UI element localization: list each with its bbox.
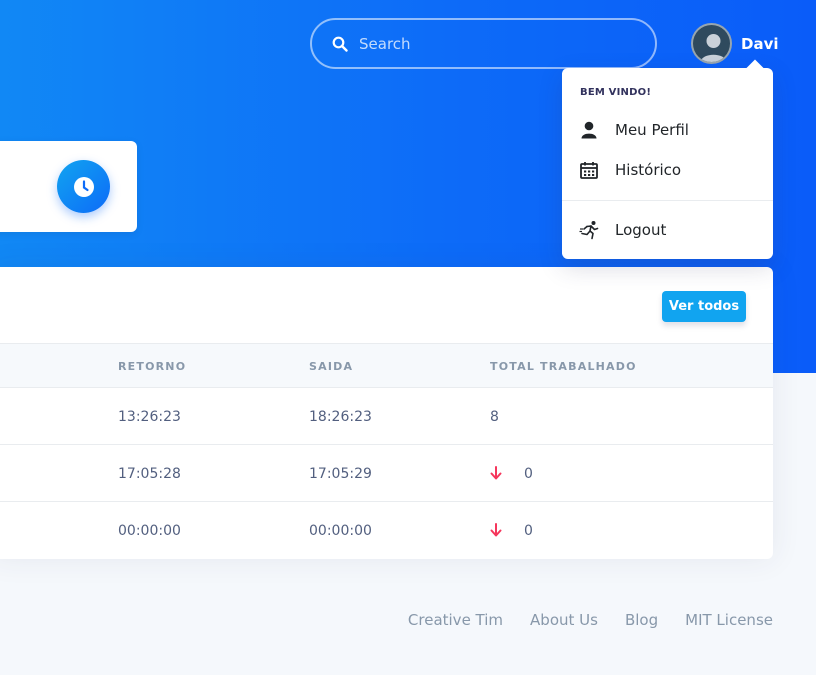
footer-link-creative-tim[interactable]: Creative Tim bbox=[408, 611, 503, 629]
cell-saida: 17:05:29 bbox=[309, 466, 372, 482]
column-header-saida: SAIDA bbox=[309, 360, 354, 373]
user-icon bbox=[579, 120, 599, 140]
menu-item-logout[interactable]: Logout bbox=[562, 212, 773, 248]
search-bar[interactable] bbox=[310, 18, 657, 69]
cell-total: 8 bbox=[490, 409, 499, 425]
column-header-total: TOTAL TRABALHADO bbox=[490, 360, 637, 373]
footer-nav: Creative Tim About Us Blog MIT License bbox=[381, 611, 773, 629]
user-dropdown-menu: BEM VINDO! Meu Perfil Histórico Logout bbox=[562, 68, 773, 259]
clock-icon-badge bbox=[57, 160, 110, 213]
table-card: Ver todos RETORNO SAIDA TOTAL TRABALHADO… bbox=[0, 267, 773, 559]
cell-total: 0 bbox=[524, 523, 533, 539]
menu-item-label: Logout bbox=[615, 221, 667, 239]
table-row: 00:00:00 00:00:00 0 bbox=[0, 502, 773, 559]
footer-link-blog[interactable]: Blog bbox=[625, 611, 658, 629]
stat-card bbox=[0, 141, 137, 232]
footer-link-mit-license[interactable]: MIT License bbox=[685, 611, 773, 629]
menu-item-meu-perfil[interactable]: Meu Perfil bbox=[562, 112, 773, 148]
arrow-down-icon bbox=[490, 466, 502, 480]
clock-icon bbox=[73, 176, 94, 197]
column-header-retorno: RETORNO bbox=[118, 360, 187, 373]
cell-retorno: 13:26:23 bbox=[118, 409, 181, 425]
cell-total: 0 bbox=[524, 466, 533, 482]
menu-item-label: Meu Perfil bbox=[615, 121, 689, 139]
table-header: RETORNO SAIDA TOTAL TRABALHADO bbox=[0, 343, 773, 388]
avatar[interactable] bbox=[691, 23, 732, 64]
search-input[interactable] bbox=[359, 34, 629, 53]
running-icon bbox=[579, 220, 599, 240]
search-icon bbox=[332, 36, 348, 52]
menu-item-historico[interactable]: Histórico bbox=[562, 152, 773, 188]
avatar-icon bbox=[700, 34, 727, 62]
cell-saida: 00:00:00 bbox=[309, 523, 372, 539]
ver-todos-button[interactable]: Ver todos bbox=[662, 291, 746, 322]
calendar-icon bbox=[579, 160, 599, 180]
table-row: 13:26:23 18:26:23 8 bbox=[0, 388, 773, 445]
user-menu-toggle[interactable]: Davi bbox=[691, 23, 779, 64]
table-row: 17:05:28 17:05:29 0 bbox=[0, 445, 773, 502]
dropdown-divider bbox=[562, 200, 773, 201]
footer-link-about-us[interactable]: About Us bbox=[530, 611, 598, 629]
cell-retorno: 00:00:00 bbox=[118, 523, 181, 539]
cell-retorno: 17:05:28 bbox=[118, 466, 181, 482]
cell-saida: 18:26:23 bbox=[309, 409, 372, 425]
menu-item-label: Histórico bbox=[615, 161, 682, 179]
arrow-down-icon bbox=[490, 523, 502, 537]
user-name[interactable]: Davi bbox=[741, 35, 779, 53]
dropdown-header: BEM VINDO! bbox=[580, 87, 652, 98]
